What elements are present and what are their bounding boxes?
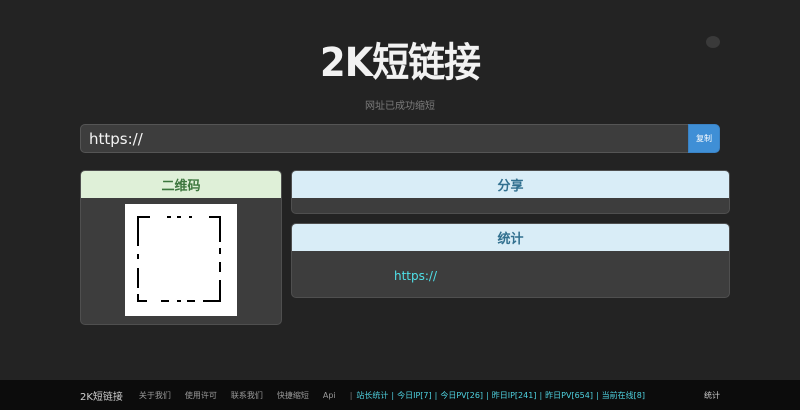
footer-divider: | [391,390,395,400]
url-bar: 复制 [80,124,720,153]
page-subtitle: 网址已成功缩短 [365,101,435,112]
share-panel: 分享 [291,170,730,214]
footer-stat-webmaster[interactable]: 站长统计 [356,390,388,401]
footer-link-contact[interactable]: 联系我们 [231,390,263,401]
stats-panel: 统计 https:// [291,223,730,298]
footer-stat-yesterday-ip: 昨日IP[241] [491,390,537,400]
footer: 2K短链接 关于我们 使用许可 联系我们 快捷缩短 Api | 站长统计 | 今… [0,380,800,410]
short-url-input[interactable] [80,124,688,153]
qrcode-panel: 二维码 [80,170,282,325]
footer-divider: | [434,390,438,400]
footer-stat-yesterday-pv: 昨日PV[654] [545,390,593,400]
footer-stats-label[interactable]: 统计 [704,390,720,401]
stats-url-link[interactable]: https:// [394,269,437,283]
footer-link-quick-shorten[interactable]: 快捷缩短 [277,390,309,401]
stats-panel-title: 统计 [292,224,729,251]
footer-link-license[interactable]: 使用许可 [185,390,217,401]
footer-separator: | [349,390,353,400]
footer-divider: | [539,390,543,400]
status-dot-icon [706,36,720,48]
footer-link-api[interactable]: Api [323,391,336,400]
qrcode-icon [137,216,221,302]
qrcode-image [125,204,237,316]
share-panel-title: 分享 [292,171,729,198]
footer-brand[interactable]: 2K短链接 [80,388,123,403]
footer-stat-today-ip: 今日IP[7] [397,390,432,400]
footer-stat-online: 当前在线[8] [601,390,646,400]
copy-button[interactable]: 复制 [688,124,720,153]
footer-link-about[interactable]: 关于我们 [139,390,171,401]
footer-divider: | [595,390,599,400]
footer-stat-today-pv: 今日PV[26] [440,390,484,400]
page-title: 2K短链接 [320,40,481,86]
footer-divider: | [486,390,489,400]
qrcode-panel-title: 二维码 [81,171,281,198]
